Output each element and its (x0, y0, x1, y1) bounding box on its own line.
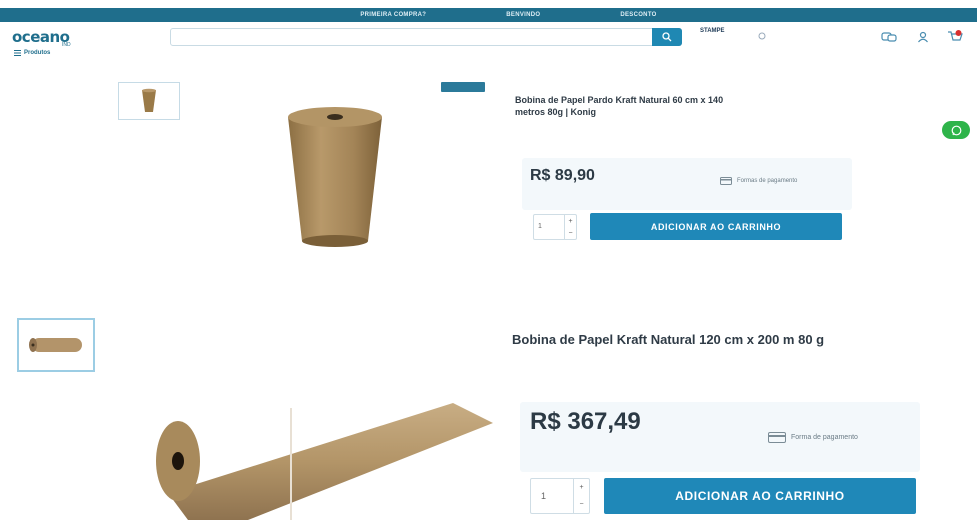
product-title: Bobina de Papel Kraft Natural 120 cm x 2… (512, 332, 825, 347)
header-promo[interactable]: STAMPE (700, 28, 746, 35)
menu-icon (14, 50, 21, 56)
quantity-increase-button[interactable]: + (579, 484, 583, 491)
product-title-line: Bobina de Papel Pardo Kraft Natural 60 c… (515, 95, 724, 105)
product-price: R$ 367,49 (530, 408, 641, 435)
product-thumbnail[interactable] (118, 82, 180, 120)
quantity-increase-button[interactable]: + (568, 218, 572, 225)
site-header: oceano IND STAMPE (0, 22, 977, 52)
add-to-cart-button[interactable]: ADICIONAR AO CARRINHO (604, 478, 916, 514)
product-thumbnail[interactable] (17, 318, 95, 372)
quantity-buttons: + − (573, 479, 589, 513)
category-nav: Produtos (0, 50, 977, 62)
whatsapp-icon (951, 125, 961, 135)
welcome-text: BENVINDO (506, 12, 541, 18)
quantity-value: 1 (538, 223, 542, 230)
quantity-decrease-button[interactable]: − (568, 230, 572, 237)
quantity-buttons: + − (564, 215, 576, 239)
kraft-roll-thumbnail-image (29, 338, 82, 352)
whatsapp-button[interactable] (942, 121, 970, 139)
product-badge (441, 82, 485, 92)
search-input[interactable] (177, 32, 647, 42)
kraft-roll-vertical-image (288, 107, 382, 247)
payment-methods-link[interactable]: Formas de pagamento (720, 177, 797, 185)
support-icon[interactable] (880, 29, 898, 45)
discount-text: DESCONTO (620, 12, 657, 18)
promo-bar[interactable]: PRIMEIRA COMPRA? BENVINDO DESCONTO (0, 8, 977, 22)
nav-products-label: Produtos (24, 50, 51, 56)
logo-subtitle: IND (62, 42, 71, 48)
kraft-roll-thumbnail-image (142, 88, 156, 112)
payment-methods-label: Formas de pagamento (737, 178, 798, 184)
delivery-info[interactable] (758, 32, 770, 40)
kraft-roll-horizontal-image (156, 403, 493, 520)
product-price: R$ 89,90 (530, 167, 595, 184)
location-icon (758, 32, 766, 40)
quantity-stepper[interactable]: 1 + − (530, 478, 590, 514)
payment-methods-link[interactable]: Forma de pagamento (768, 432, 858, 443)
first-purchase-text: PRIMEIRA COMPRA? (360, 12, 427, 18)
image-divider (290, 408, 292, 520)
quantity-stepper[interactable]: 1 + − (533, 214, 577, 240)
promo-title: STAMPE (700, 28, 725, 34)
product-title-line: metros 80g | Konig (515, 107, 597, 117)
product-title: Bobina de Papel Pardo Kraft Natural 60 c… (515, 94, 845, 118)
cart-icon[interactable] (946, 29, 964, 45)
search-icon (662, 32, 672, 42)
add-to-cart-button[interactable]: ADICIONAR AO CARRINHO (590, 213, 842, 240)
nav-products-menu[interactable]: Produtos (14, 50, 50, 56)
search-bar (170, 28, 682, 46)
site-logo[interactable]: oceano (12, 28, 70, 46)
user-icon[interactable] (914, 29, 932, 45)
search-button[interactable] (652, 28, 682, 46)
card-icon (768, 432, 786, 443)
quantity-decrease-button[interactable]: − (579, 501, 583, 508)
quantity-value: 1 (541, 491, 547, 501)
card-icon (720, 177, 732, 185)
payment-methods-label: Forma de pagamento (791, 434, 858, 441)
